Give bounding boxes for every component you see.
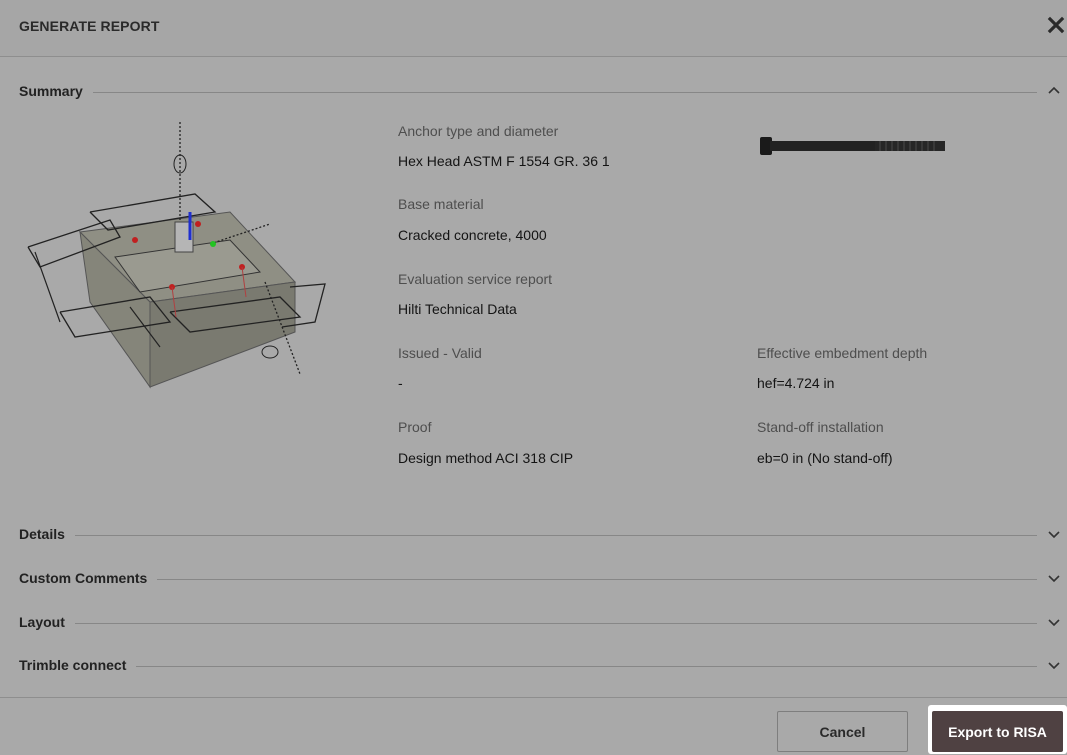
chevron-up-icon[interactable]: [1045, 82, 1063, 100]
section-trimble-connect-label: Trimble connect: [19, 657, 137, 673]
issued-valid-value: -: [398, 375, 403, 391]
divider: [19, 623, 1037, 624]
chevron-down-icon[interactable]: [1045, 656, 1063, 674]
section-summary-label: Summary: [19, 83, 93, 99]
generate-report-dialog: GENERATE REPORT Summary Anchor type and …: [0, 0, 1067, 755]
anchor-3d-model-image: [27, 122, 326, 389]
section-layout-label: Layout: [19, 614, 75, 630]
issued-valid-label: Issued - Valid: [398, 345, 482, 361]
dialog-header: GENERATE REPORT: [0, 0, 1067, 57]
anchor-bolt-image: [760, 137, 945, 155]
chevron-down-icon[interactable]: [1045, 613, 1063, 631]
base-material-value: Cracked concrete, 4000: [398, 227, 547, 243]
anchor-type-label: Anchor type and diameter: [398, 123, 559, 139]
divider: [19, 579, 1037, 580]
dialog-title: GENERATE REPORT: [19, 18, 160, 34]
standoff-label: Stand-off installation: [757, 419, 884, 435]
section-summary-header[interactable]: Summary: [0, 80, 1067, 104]
embedment-depth-label: Effective embedment depth: [757, 345, 928, 361]
divider: [19, 535, 1037, 536]
close-icon[interactable]: [1046, 12, 1066, 36]
evaluation-report-label: Evaluation service report: [398, 271, 553, 287]
section-trimble-connect-header[interactable]: Trimble connect: [0, 654, 1067, 678]
base-material-label: Base material: [398, 196, 484, 212]
divider: [19, 92, 1037, 93]
chevron-down-icon[interactable]: [1045, 569, 1063, 587]
proof-value: Design method ACI 318 CIP: [398, 450, 574, 466]
export-to-risa-button[interactable]: Export to RISA: [932, 711, 1063, 752]
chevron-down-icon[interactable]: [1045, 525, 1063, 543]
standoff-value: eb=0 in (No stand-off): [757, 450, 893, 466]
section-custom-comments-header[interactable]: Custom Comments: [0, 567, 1067, 591]
export-button-focus-ring: Export to RISA: [928, 705, 1067, 754]
proof-label: Proof: [398, 419, 432, 435]
anchor-type-value: Hex Head ASTM F 1554 GR. 36 1: [398, 153, 610, 169]
divider: [19, 666, 1037, 667]
section-custom-comments-label: Custom Comments: [19, 570, 158, 586]
section-details-header[interactable]: Details: [0, 523, 1067, 547]
embedment-depth-value: hef=4.724 in: [757, 375, 835, 391]
cancel-button[interactable]: Cancel: [777, 711, 908, 752]
section-details-label: Details: [19, 526, 75, 542]
evaluation-report-value: Hilti Technical Data: [398, 301, 517, 317]
section-layout-header[interactable]: Layout: [0, 611, 1067, 635]
